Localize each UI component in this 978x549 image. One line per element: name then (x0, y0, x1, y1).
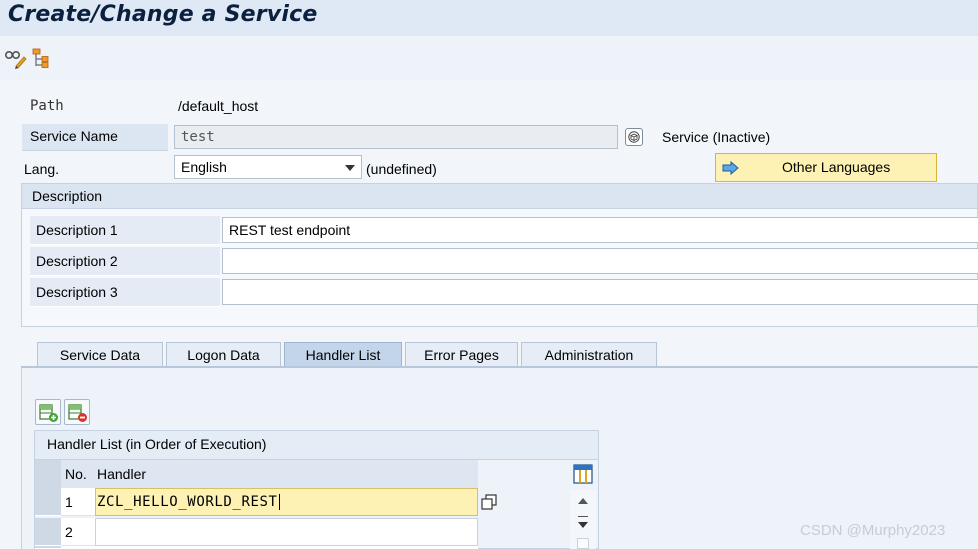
column-header-label: No. (65, 466, 87, 482)
other-languages-label: Other Languages (782, 159, 891, 175)
description-label: Description 2 (36, 253, 118, 269)
insert-row-icon (39, 404, 58, 422)
language-select[interactable]: English (174, 155, 362, 179)
handler-value: ZCL_HELLO_WORLD_REST (97, 494, 280, 510)
arrow-right-icon (722, 161, 739, 175)
description-group-title: Description (32, 188, 103, 204)
description-row: Description 1 REST test endpoint (30, 216, 978, 245)
hierarchy-icon[interactable] (31, 46, 55, 70)
display-change-icon[interactable] (4, 46, 28, 70)
description-label: Description 1 (36, 222, 118, 238)
service-status: Service (Inactive) (662, 129, 771, 145)
tab-label: Service Data (59, 347, 141, 363)
tab-label: Logon Data (187, 347, 260, 363)
chevron-down-icon (345, 165, 355, 171)
scroll-up-icon[interactable] (578, 498, 588, 504)
table-row-no: 1 (61, 488, 95, 516)
table-row-no: 2 (61, 518, 95, 546)
tab-service-data[interactable]: Service Data (37, 342, 163, 368)
service-name-label: Service Name (30, 128, 118, 144)
description-2-field[interactable] (222, 248, 978, 274)
tab-divider (21, 366, 978, 368)
scroll-track-mark (578, 516, 588, 517)
row-number: 1 (65, 494, 73, 510)
handler-cell[interactable] (95, 518, 478, 546)
row-selector[interactable] (35, 518, 61, 546)
column-header-label: Handler (97, 466, 147, 482)
scroll-thumb[interactable] (577, 538, 589, 549)
description-value: REST test endpoint (229, 222, 351, 238)
title-bar: Create/Change a Service (0, 0, 978, 36)
tab-administration[interactable]: Administration (521, 342, 657, 368)
select-all-cell[interactable] (35, 460, 61, 488)
language-value: English (181, 159, 227, 175)
language-hint: (undefined) (366, 161, 437, 177)
path-label: Path (30, 98, 64, 114)
service-name-field[interactable]: test (174, 125, 618, 149)
tab-handler-list[interactable]: Handler List (284, 342, 402, 368)
service-name-label-box: Service Name (22, 124, 168, 151)
description-row: Description 3 (30, 278, 978, 307)
delete-row-icon (68, 404, 87, 422)
handler-table-title: Handler List (in Order of Execution) (47, 436, 267, 452)
description-1-field[interactable]: REST test endpoint (222, 217, 978, 243)
application-toolbar (0, 36, 978, 80)
description-3-field[interactable] (222, 279, 978, 305)
tab-label: Handler List (305, 347, 381, 363)
row-selector[interactable] (35, 488, 61, 516)
table-scrollbar[interactable] (570, 490, 596, 549)
insert-row-button[interactable] (35, 399, 61, 425)
page-title: Create/Change a Service (8, 2, 318, 27)
lang-label: Lang. (24, 161, 60, 177)
service-name-value: test (181, 129, 215, 145)
description-row: Description 2 (30, 247, 978, 276)
column-header-handler[interactable]: Handler (95, 460, 478, 488)
description-label: Description 3 (36, 284, 118, 300)
description-group-header: Description (22, 184, 977, 209)
delete-row-button[interactable] (64, 399, 90, 425)
copy-icon[interactable] (481, 494, 497, 510)
handler-cell[interactable]: ZCL_HELLO_WORLD_REST (95, 488, 478, 516)
row-number: 2 (65, 524, 73, 540)
tab-logon-data[interactable]: Logon Data (166, 342, 281, 368)
watermark: CSDN @Murphy2023 (800, 522, 946, 539)
table-settings-icon[interactable] (572, 463, 594, 485)
column-header-no[interactable]: No. (61, 460, 95, 488)
tab-error-pages[interactable]: Error Pages (405, 342, 518, 368)
scroll-down-icon[interactable] (578, 522, 588, 528)
handler-table-title-bar: Handler List (in Order of Execution) (35, 431, 598, 460)
description-group: Description Description 1 REST test endp… (21, 183, 978, 327)
tab-label: Administration (544, 347, 634, 363)
tab-label: Error Pages (424, 347, 499, 363)
other-languages-button[interactable]: Other Languages (715, 153, 937, 182)
service-object-icon[interactable] (625, 128, 643, 146)
path-value: /default_host (178, 98, 259, 114)
